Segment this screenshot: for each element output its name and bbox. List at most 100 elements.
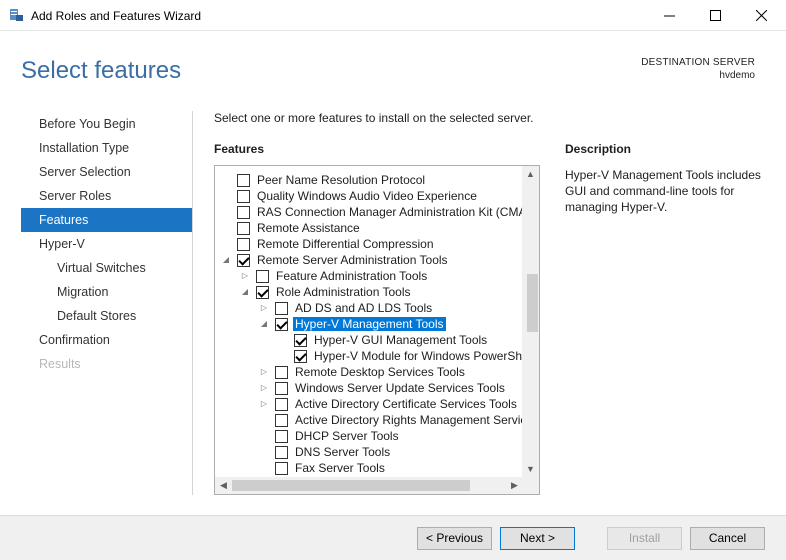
tree-row[interactable]: ▷ AD DS and AD LDS Tools — [215, 300, 523, 316]
feature-label[interactable]: Remote Server Administration Tools — [257, 253, 448, 267]
feature-checkbox[interactable] — [256, 270, 269, 283]
feature-label[interactable]: Hyper-V GUI Management Tools — [314, 333, 487, 347]
tree-row[interactable]: Quality Windows Audio Video Experience — [215, 188, 523, 204]
nav-item-features[interactable]: Features — [21, 208, 192, 232]
collapse-arrow-icon[interactable]: ◢ — [259, 319, 269, 329]
tree-row[interactable]: ◢ Role Administration Tools — [215, 284, 523, 300]
features-heading: Features — [214, 142, 265, 156]
feature-label[interactable]: Hyper-V Module for Windows PowerSh — [314, 349, 522, 363]
tree-row[interactable]: ▷ Active Directory Certificate Services T… — [215, 396, 523, 412]
tree-row[interactable]: ▷ Windows Server Update Services Tools — [215, 380, 523, 396]
feature-checkbox[interactable] — [275, 318, 288, 331]
feature-checkbox[interactable] — [294, 350, 307, 363]
feature-checkbox[interactable] — [256, 286, 269, 299]
tree-row[interactable]: Remote Assistance — [215, 220, 523, 236]
feature-label[interactable]: DHCP Server Tools — [295, 429, 399, 443]
expand-arrow-icon[interactable]: ▷ — [259, 367, 269, 377]
maximize-icon[interactable] — [692, 0, 738, 31]
feature-checkbox[interactable] — [275, 366, 288, 379]
feature-checkbox[interactable] — [237, 222, 250, 235]
feature-label[interactable]: Remote Assistance — [257, 221, 360, 235]
feature-label[interactable]: Role Administration Tools — [276, 285, 411, 299]
feature-label[interactable]: DNS Server Tools — [295, 445, 390, 459]
feature-checkbox[interactable] — [275, 398, 288, 411]
tree-row[interactable]: Active Directory Rights Management Servi… — [215, 412, 523, 428]
feature-checkbox[interactable] — [275, 462, 288, 475]
feature-label[interactable]: Remote Desktop Services Tools — [295, 365, 465, 379]
window-title: Add Roles and Features Wizard — [31, 9, 202, 23]
install-button[interactable]: Install — [607, 527, 682, 550]
minimize-icon[interactable] — [646, 0, 692, 31]
nav-item-confirmation[interactable]: Confirmation — [21, 328, 192, 352]
scroll-up-icon[interactable]: ▲ — [522, 166, 539, 183]
nav-divider — [192, 111, 193, 495]
feature-label[interactable]: Feature Administration Tools — [276, 269, 427, 283]
tree-row[interactable]: ▷ Feature Administration Tools — [215, 268, 523, 284]
scroll-left-icon[interactable]: ◀ — [215, 477, 232, 494]
features-tree[interactable]: Peer Name Resolution Protocol Quality Win… — [214, 165, 540, 495]
feature-checkbox[interactable] — [275, 446, 288, 459]
expand-arrow-icon[interactable]: ▷ — [259, 383, 269, 393]
feature-checkbox[interactable] — [275, 414, 288, 427]
tree-row[interactable]: Hyper-V GUI Management Tools — [215, 332, 523, 348]
tree-row[interactable]: Remote Differential Compression — [215, 236, 523, 252]
feature-label[interactable]: Active Directory Certificate Services To… — [295, 397, 517, 411]
wizard-navigation: Before You Begin Installation Type Server … — [21, 112, 192, 376]
expand-arrow-icon[interactable]: ▷ — [259, 399, 269, 409]
nav-item-migration[interactable]: Migration — [21, 280, 192, 304]
tree-row[interactable]: Hyper-V Module for Windows PowerSh — [215, 348, 523, 364]
feature-label[interactable]: Active Directory Rights Management Servi… — [295, 413, 523, 427]
page-title: Select features — [21, 57, 182, 84]
scrollbar-corner — [522, 477, 539, 494]
feature-label[interactable]: Fax Server Tools — [295, 461, 385, 475]
collapse-arrow-icon[interactable]: ◢ — [240, 287, 250, 297]
feature-checkbox[interactable] — [275, 302, 288, 315]
expand-arrow-icon[interactable]: ▷ — [240, 271, 250, 281]
next-button[interactable]: Next > — [500, 527, 575, 550]
nav-item-hyper-v[interactable]: Hyper-V — [21, 232, 192, 256]
nav-item-installation-type[interactable]: Installation Type — [21, 136, 192, 160]
feature-checkbox[interactable] — [275, 430, 288, 443]
tree-row[interactable]: ▷ Remote Desktop Services Tools — [215, 364, 523, 380]
tree-row[interactable]: Peer Name Resolution Protocol — [215, 172, 523, 188]
feature-checkbox[interactable] — [275, 382, 288, 395]
feature-checkbox[interactable] — [237, 254, 250, 267]
tree-row[interactable]: ◢ Remote Server Administration Tools — [215, 252, 523, 268]
cancel-button[interactable]: Cancel — [690, 527, 765, 550]
vertical-scrollbar[interactable]: ▲ ▼ — [522, 166, 539, 478]
tree-row[interactable]: ◢ Hyper-V Management Tools — [215, 316, 523, 332]
scroll-right-icon[interactable]: ▶ — [506, 477, 523, 494]
expand-arrow-icon[interactable]: ▷ — [259, 303, 269, 313]
feature-label[interactable]: Remote Differential Compression — [257, 237, 434, 251]
close-icon[interactable] — [738, 0, 784, 31]
tree-row[interactable]: Fax Server Tools — [215, 460, 523, 476]
collapse-arrow-icon[interactable]: ◢ — [221, 255, 231, 265]
tree-row[interactable]: DHCP Server Tools — [215, 428, 523, 444]
feature-label[interactable]: RAS Connection Manager Administration Ki… — [257, 205, 523, 219]
feature-checkbox[interactable] — [237, 174, 250, 187]
tree-row[interactable]: DNS Server Tools — [215, 444, 523, 460]
horizontal-scrollbar[interactable]: ◀ ▶ — [215, 477, 523, 494]
feature-checkbox[interactable] — [237, 206, 250, 219]
feature-label[interactable]: Windows Server Update Services Tools — [295, 381, 505, 395]
feature-label[interactable]: Peer Name Resolution Protocol — [257, 173, 425, 187]
feature-checkbox[interactable] — [237, 190, 250, 203]
nav-item-virtual-switches[interactable]: Virtual Switches — [21, 256, 192, 280]
description-text: Hyper-V Management Tools includes GUI an… — [565, 168, 761, 214]
feature-label[interactable]: Quality Windows Audio Video Experience — [257, 189, 477, 203]
tree-row[interactable]: RAS Connection Manager Administration Ki… — [215, 204, 523, 220]
feature-label[interactable]: AD DS and AD LDS Tools — [295, 301, 432, 315]
nav-item-server-selection[interactable]: Server Selection — [21, 160, 192, 184]
nav-item-server-roles[interactable]: Server Roles — [21, 184, 192, 208]
scroll-down-icon[interactable]: ▼ — [522, 461, 539, 478]
feature-checkbox[interactable] — [237, 238, 250, 251]
feature-label[interactable]: Hyper-V Management Tools — [293, 317, 446, 331]
feature-checkbox[interactable] — [294, 334, 307, 347]
horizontal-scroll-thumb[interactable] — [232, 480, 470, 491]
features-tree-rows: Peer Name Resolution Protocol Quality Win… — [215, 172, 523, 478]
vertical-scroll-thumb[interactable] — [527, 274, 538, 332]
nav-item-before-you-begin[interactable]: Before You Begin — [21, 112, 192, 136]
nav-item-default-stores[interactable]: Default Stores — [21, 304, 192, 328]
title-bar[interactable]: Add Roles and Features Wizard — [0, 0, 786, 31]
previous-button[interactable]: < Previous — [417, 527, 492, 550]
